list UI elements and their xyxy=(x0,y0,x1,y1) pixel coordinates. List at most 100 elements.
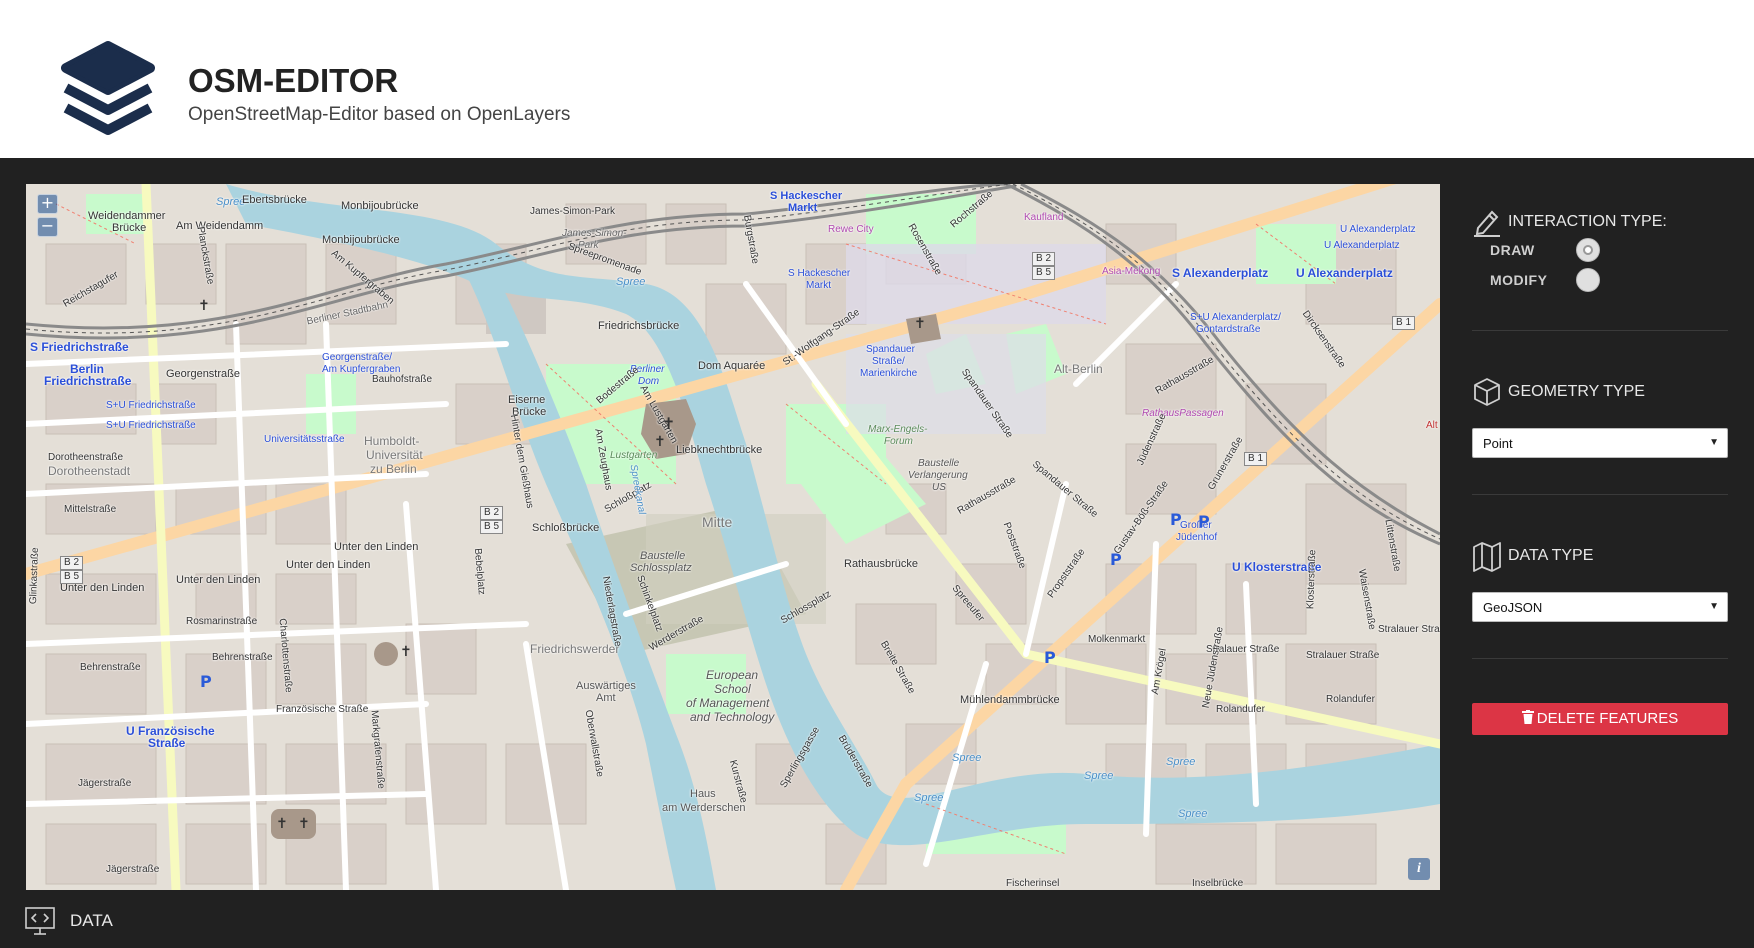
route-shield: B 1 xyxy=(1244,452,1268,466)
map-label: Spree xyxy=(952,752,982,764)
radio-draw-input[interactable] xyxy=(1576,238,1600,262)
map-label: Stralauer Straße xyxy=(1306,650,1380,661)
map-label: Marienkirche xyxy=(860,368,918,379)
radio-draw-label: DRAW xyxy=(1490,242,1535,258)
trash-icon xyxy=(1521,710,1534,724)
map-label: Unter den Linden xyxy=(176,574,261,586)
map-label: Spree xyxy=(216,196,246,208)
data-type-value: GeoJSON xyxy=(1483,600,1543,615)
map-label: Amt xyxy=(596,692,616,704)
parking-icon: P xyxy=(1170,510,1182,529)
map-label: Dorotheenstraße xyxy=(48,452,124,463)
parking-icon: P xyxy=(1110,550,1122,569)
radio-draw[interactable]: DRAW xyxy=(1490,238,1600,262)
data-type-title: DATA TYPE xyxy=(1508,547,1594,564)
map-label: Brücke xyxy=(112,222,147,234)
church-icon: ✝ xyxy=(276,816,288,832)
map-label: Mittelstraße xyxy=(64,504,117,515)
map-label: Spree xyxy=(616,276,646,288)
map-label: S Alexanderplatz xyxy=(1172,266,1269,280)
map-label: Baustelle xyxy=(918,458,960,469)
data-toggle[interactable]: DATA xyxy=(24,906,113,936)
app-subtitle: OpenStreetMap-Editor based on OpenLayers xyxy=(188,104,571,125)
map-label: Unter den Linden xyxy=(334,541,419,553)
route-shield: B 2 xyxy=(60,556,84,570)
map-label: Spree xyxy=(1084,770,1114,782)
map-label: Rewe City xyxy=(828,224,874,235)
church-icon: ✝ xyxy=(654,434,666,450)
map-label: S Hackescher xyxy=(770,190,843,202)
map-label: Ebertsbrücke xyxy=(242,194,307,206)
map-label: School xyxy=(714,682,751,696)
map-label: James-Simon- xyxy=(562,228,627,239)
church-icon: ✝ xyxy=(914,316,926,332)
map-label: Alt xyxy=(1426,420,1438,431)
map-label: Jägerstraße xyxy=(106,864,160,875)
map-label: S+U Friedrichstraße xyxy=(106,420,196,431)
data-type-select[interactable]: GeoJSON ▼ xyxy=(1472,592,1728,622)
interaction-type-title: INTERACTION TYPE: xyxy=(1508,213,1667,230)
layers-stack-icon xyxy=(61,41,155,135)
zoom-in-button[interactable]: + xyxy=(37,194,58,214)
map-label: Monbijoubrücke xyxy=(322,234,400,246)
route-shield: B 5 xyxy=(60,570,84,584)
delete-features-label: DELETE FEATURES xyxy=(1536,710,1679,727)
delete-features-button[interactable]: DELETE FEATURES xyxy=(1472,703,1728,735)
app-title: OSM-EDITOR xyxy=(188,62,399,99)
map-label: U Alexanderplatz xyxy=(1340,224,1416,235)
map-label: Weidendammer xyxy=(88,210,166,222)
parking-icon: P xyxy=(1044,648,1056,667)
route-shield: B 5 xyxy=(480,520,504,534)
control-panel: INTERACTION TYPE: DRAW MODIFY GEOMETRY T… xyxy=(1454,184,1738,890)
map-label: Lustgarten xyxy=(610,450,658,461)
radio-modify[interactable]: MODIFY xyxy=(1490,268,1600,292)
map-label: Bauhofstraße xyxy=(372,374,433,385)
geometry-type-value: Point xyxy=(1483,436,1513,451)
radio-modify-input[interactable] xyxy=(1576,268,1600,292)
map-label: Auswärtiges xyxy=(576,680,636,692)
zoom-out-button[interactable]: − xyxy=(37,217,58,237)
map-label: Baustelle xyxy=(640,550,686,562)
map-label: Unter den Linden xyxy=(286,559,371,571)
map-label: Molkenmarkt xyxy=(1088,634,1146,645)
church-icon: ✝ xyxy=(298,816,310,832)
map-label: Jüdenhof xyxy=(1176,532,1218,543)
map-label: Jägerstraße xyxy=(78,778,132,789)
map-label: Liebknechtbrücke xyxy=(676,444,763,456)
map-label: Marx-Engels- xyxy=(868,424,928,435)
map-label: Dom Aquarée xyxy=(698,360,766,372)
map-label: Inselbrücke xyxy=(1192,878,1244,889)
geometry-type-section: GEOMETRY TYPE xyxy=(1472,376,1728,408)
map-label: Am Weidendamm xyxy=(176,220,264,232)
map-label: Alt-Berlin xyxy=(1054,362,1103,376)
map-label: Forum xyxy=(884,436,913,447)
app-header: OSM-EDITOR OpenStreetMap-Editor based on… xyxy=(0,0,1754,158)
map-label: Behrenstraße xyxy=(80,662,141,673)
map-label: Dorotheenstadt xyxy=(48,464,131,478)
map-label: U Alexanderplatz xyxy=(1324,240,1400,251)
map-label: James-Simon-Park xyxy=(530,206,616,217)
map-label: Stralauer Stra xyxy=(1378,624,1440,635)
data-type-section: DATA TYPE xyxy=(1472,540,1728,572)
map-label: Klosterstraße xyxy=(1305,549,1319,610)
church-icon: ✝ xyxy=(198,298,210,314)
map-label: Straße xyxy=(148,736,186,750)
church-icon: ✝ xyxy=(662,414,676,433)
map-label: Straße/ xyxy=(872,356,905,367)
attribution-info-button[interactable]: i xyxy=(1408,858,1430,880)
map-label: Spree xyxy=(914,792,944,804)
map-label: U Alexanderplatz xyxy=(1296,266,1393,280)
map-label: Verlangerung xyxy=(908,470,968,481)
map-label: Mitte xyxy=(702,514,733,530)
map-label: Asia-Mekong xyxy=(1102,266,1161,277)
map-label: Markt xyxy=(788,202,818,214)
map-label: Spree xyxy=(1166,756,1196,768)
map-label: S+U Friedrichstraße xyxy=(106,400,196,411)
map-label: Spree xyxy=(1178,808,1208,820)
map-label: Gontardstraße xyxy=(1196,324,1261,335)
map-view[interactable]: Spree Ebertsbrücke Monbijoubrücke Weiden… xyxy=(26,184,1440,890)
map-label: Georgenstraße/ xyxy=(322,352,393,363)
map-label: Humboldt- xyxy=(364,434,420,448)
geometry-type-select[interactable]: Point ▼ xyxy=(1472,428,1728,458)
divider xyxy=(1472,494,1728,495)
